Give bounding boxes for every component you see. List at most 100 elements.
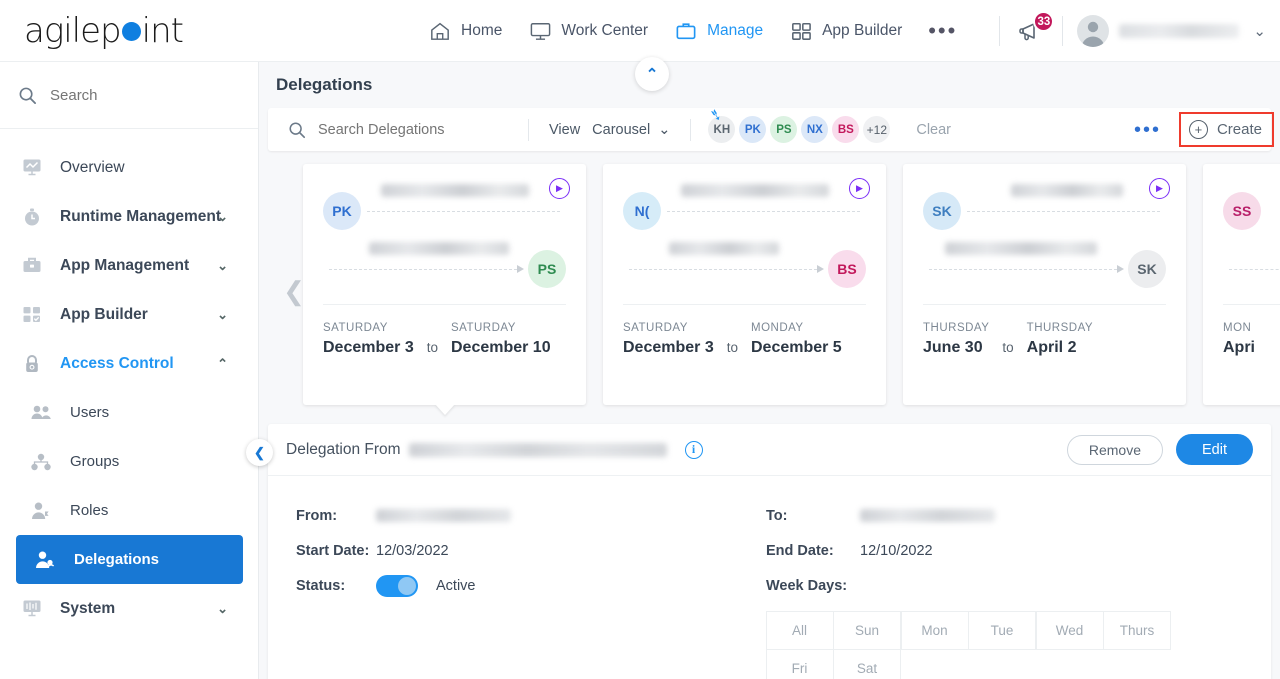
avatar[interactable] xyxy=(1077,15,1110,47)
info-icon[interactable]: i xyxy=(684,440,703,459)
chevron-up-icon[interactable]: ⌃ xyxy=(217,356,228,372)
system-icon xyxy=(22,599,52,618)
field-status-label: Status: xyxy=(296,577,346,594)
clear-filters-button[interactable]: Clear xyxy=(916,122,951,138)
sidebar-item-runtime-management-label: Runtime Management xyxy=(60,207,222,225)
card-from-row: SS xyxy=(1223,182,1280,240)
delegation-card[interactable]: ▶ N( BS SATURDAY December 3 to MONDAY De… xyxy=(603,164,886,405)
top-bar: agilep int Home Work Center Manage App B… xyxy=(0,0,1280,62)
view-selector: View Carousel ⌄ xyxy=(529,122,690,138)
detail-column-left: From: Start Date: 12/03/2022 Status: Act… xyxy=(296,498,766,679)
page-title: Delegations xyxy=(259,62,1280,108)
week-days-grid: All Sun Mon Tue Wed Thurs Fri Sat xyxy=(765,610,1174,679)
card-to-row: BS xyxy=(623,240,866,298)
card-from-avatar: SK xyxy=(923,192,961,230)
chevron-down-icon[interactable]: ⌄ xyxy=(217,307,228,323)
delegations-carousel: ❮ ❯ ▶ PK PS xyxy=(259,164,1280,415)
connector-arrow xyxy=(629,265,824,273)
sidebar-item-users-label: Users xyxy=(70,404,110,421)
view-label: View xyxy=(549,121,581,138)
remove-button[interactable]: Remove xyxy=(1066,434,1163,465)
sidebar-item-overview[interactable]: Overview xyxy=(0,143,258,192)
connector-arrow xyxy=(929,265,1124,273)
view-dropdown[interactable]: Carousel ⌄ xyxy=(592,122,670,138)
filter-chip-ps[interactable]: PS xyxy=(770,116,798,143)
briefcase-icon xyxy=(674,20,698,42)
sidebar-collapse-button[interactable]: ❮ xyxy=(246,439,273,466)
sidebar-item-access-control-label: Access Control xyxy=(60,354,174,372)
nav-item-work-center[interactable]: Work Center xyxy=(528,20,648,42)
week-day-sat[interactable]: Sat xyxy=(833,649,901,679)
sidebar-item-app-builder[interactable]: App Builder ⌄ xyxy=(0,290,258,339)
sidebar-item-roles[interactable]: Roles xyxy=(0,486,258,535)
filter-chip-nx[interactable]: NX xyxy=(801,116,829,143)
nav-item-app-builder-label: App Builder xyxy=(822,22,903,39)
filter-chip-more[interactable]: +12 xyxy=(863,116,891,143)
card-to-avatar: SK xyxy=(1128,250,1166,288)
nav-overflow-button[interactable]: ••• xyxy=(928,20,957,42)
sidebar-item-users[interactable]: Users xyxy=(0,388,258,437)
week-day-sun[interactable]: Sun xyxy=(833,610,901,650)
week-day-all[interactable]: All xyxy=(765,610,834,650)
card-start-date: December 3 xyxy=(623,339,714,356)
chevron-down-icon[interactable]: ⌄ xyxy=(1253,22,1266,40)
field-to-value xyxy=(860,509,995,522)
card-from-name xyxy=(1011,184,1123,197)
connector-line xyxy=(1229,268,1280,270)
announcements-button[interactable]: 33 xyxy=(1014,11,1055,48)
toolbar-overflow-button[interactable]: ••• xyxy=(1116,120,1179,140)
sidebar-item-runtime-management[interactable]: Runtime Management ⌄ xyxy=(0,192,258,241)
card-from-avatar: N( xyxy=(623,192,661,230)
create-button[interactable]: + Create xyxy=(1188,120,1262,139)
filter-chip-pk[interactable]: PK xyxy=(739,116,767,143)
card-to-avatar: PS xyxy=(528,250,566,288)
delegations-search-input[interactable] xyxy=(318,121,508,138)
status-toggle[interactable] xyxy=(376,574,418,597)
card-end: SATURDAY December 10 xyxy=(451,322,551,357)
field-to: To: xyxy=(766,498,1226,533)
card-dates: MON Apri xyxy=(1223,305,1280,357)
briefcase-icon xyxy=(22,256,52,275)
delegation-card[interactable]: ▶ SK SK THURSDAY June 30 to THURSDAY Apr… xyxy=(903,164,1186,405)
card-from-row: N( xyxy=(623,182,866,240)
nav-item-home[interactable]: Home xyxy=(428,20,502,42)
toggle-knob xyxy=(398,576,416,595)
header-collapse-button[interactable]: ⌃ xyxy=(635,57,669,91)
sidebar-item-app-management-label: App Management xyxy=(60,256,190,274)
app-root: agilep int Home Work Center Manage App B… xyxy=(0,0,1280,679)
week-day-fri[interactable]: Fri xyxy=(765,649,834,679)
sidebar-item-groups[interactable]: Groups xyxy=(0,437,258,486)
nav-item-manage[interactable]: Manage xyxy=(674,20,763,42)
week-day-wed[interactable]: Wed xyxy=(1035,610,1104,650)
delegations-search[interactable] xyxy=(268,121,528,139)
card-dates: SATURDAY December 3 to SATURDAY December… xyxy=(323,305,566,357)
agilepoint-logo[interactable]: agilep int xyxy=(24,11,184,51)
card-to-row xyxy=(1223,240,1280,298)
connector-line xyxy=(367,210,560,212)
field-from-label: From: xyxy=(296,507,338,524)
sidebar-item-system[interactable]: System ⌄ xyxy=(0,584,258,633)
chevron-down-icon[interactable]: ⌄ xyxy=(217,601,228,617)
filter-chip-bs[interactable]: BS xyxy=(832,116,860,143)
sidebar-item-app-management[interactable]: App Management ⌄ xyxy=(0,241,258,290)
card-start-day: MON xyxy=(1223,322,1252,334)
chevron-down-icon[interactable]: ⌄ xyxy=(217,209,228,225)
delegation-card[interactable]: SS MON Apri xyxy=(1203,164,1280,405)
top-bar-right: 33 ⌄ xyxy=(985,0,1266,62)
connector-arrow xyxy=(329,265,524,273)
card-dates: THURSDAY June 30 to THURSDAY April 2 xyxy=(923,305,1166,357)
week-day-thurs[interactable]: Thurs xyxy=(1103,610,1171,650)
card-start-day: THURSDAY xyxy=(923,322,990,334)
nav-item-app-builder[interactable]: App Builder xyxy=(789,20,902,42)
search-input[interactable] xyxy=(50,86,230,104)
edit-button[interactable]: Edit xyxy=(1176,434,1253,465)
week-day-tue[interactable]: Tue xyxy=(968,610,1036,650)
sidebar-item-access-control[interactable]: Access Control ⌃ xyxy=(0,339,258,388)
field-start-date-value: 12/03/2022 xyxy=(376,542,449,559)
chevron-down-icon[interactable]: ⌄ xyxy=(217,258,228,274)
delegation-card[interactable]: ▶ PK PS SATURDAY December 3 to SATURDAY … xyxy=(303,164,586,415)
sidebar-item-delegations[interactable]: Delegations xyxy=(16,535,243,584)
week-day-mon[interactable]: Mon xyxy=(900,610,969,650)
field-end-date-value: 12/10/2022 xyxy=(860,542,933,559)
sidebar-search[interactable] xyxy=(0,62,258,129)
